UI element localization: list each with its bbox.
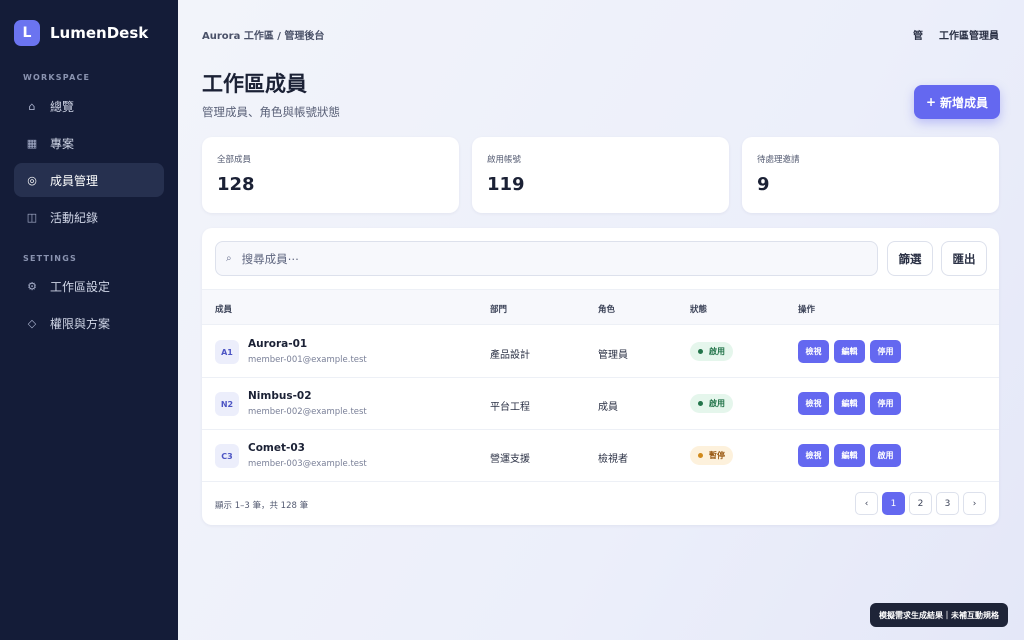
pagination-page-2[interactable]: 2 — [909, 492, 932, 515]
home-icon: ⌂ — [28, 99, 36, 113]
plus-icon: + — [925, 95, 937, 109]
member-name: Aurora-01 — [248, 338, 308, 350]
sidebar-item-label: 總覽 — [50, 99, 75, 114]
member-department: 產品設計 — [490, 350, 530, 361]
members-icon: ◎ — [27, 173, 37, 187]
edit-button[interactable]: 編輯 — [834, 444, 865, 467]
pagination-info: 顯示 1–3 筆，共 128 筆 — [215, 501, 309, 511]
sidebar-item-label: 權限與方案 — [50, 316, 111, 331]
column-header-role[interactable]: 角色 — [598, 303, 615, 315]
sidebar-item-activity[interactable]: ◫ 活動紀錄 — [14, 200, 164, 234]
diamond-icon: ◇ — [27, 316, 37, 330]
stat-value: 9 — [757, 174, 770, 195]
disable-button[interactable]: 停用 — [870, 340, 901, 363]
member-role: 管理員 — [598, 350, 628, 361]
stat-card-active: 啟用帳號 119 — [472, 137, 729, 213]
column-header-actions: 操作 — [798, 305, 816, 315]
breadcrumb[interactable]: Aurora 工作區 / 管理後台 — [202, 27, 324, 42]
member-email: member-001@example.test — [248, 355, 367, 365]
stat-card-pending: 待處理邀請 9 — [742, 137, 999, 213]
status-dot-icon — [698, 349, 703, 354]
pagination-prev-button[interactable]: ‹ — [855, 492, 878, 515]
export-button[interactable]: 匯出 — [941, 241, 987, 276]
pagination-page-1[interactable]: 1 — [882, 492, 905, 515]
table-row[interactable]: C3 Comet-03 member-003@example.test 營運支援… — [202, 430, 999, 482]
view-button[interactable]: 檢視 — [798, 392, 829, 415]
status-label: 啟用 — [709, 347, 725, 356]
view-button[interactable]: 檢視 — [798, 340, 829, 363]
table-header: 成員 部門 角色 狀態 操作 — [202, 289, 999, 325]
member-role: 檢視者 — [598, 454, 628, 465]
user-menu[interactable]: 管 工作區管理員 — [913, 27, 999, 42]
toast-notice: 模擬需求生成結果｜未補互動規格 — [870, 603, 1008, 627]
enable-button[interactable]: 啟用 — [870, 444, 901, 467]
brand[interactable]: L LumenDesk — [14, 20, 148, 46]
column-header-member[interactable]: 成員 — [215, 303, 232, 315]
add-member-button[interactable]: + 新增成員 — [914, 85, 1000, 119]
stat-value: 119 — [487, 174, 525, 195]
brand-name: LumenDesk — [50, 24, 149, 42]
sidebar-item-label: 專案 — [50, 136, 75, 151]
status-dot-icon — [698, 453, 703, 458]
status-badge: 啟用 — [690, 394, 733, 413]
search-box[interactable]: ⌕ — [215, 241, 878, 276]
disable-button[interactable]: 停用 — [870, 392, 901, 415]
sidebar-item-overview[interactable]: ⌂ 總覽 — [14, 89, 164, 123]
search-icon: ⌕ — [226, 253, 232, 264]
stat-label: 啟用帳號 — [487, 155, 522, 165]
table-row[interactable]: N2 Nimbus-02 member-002@example.test 平台工… — [202, 378, 999, 430]
sidebar-item-label: 工作區設定 — [50, 279, 111, 294]
column-header-department[interactable]: 部門 — [490, 303, 507, 315]
table-row[interactable]: A1 Aurora-01 member-001@example.test 產品設… — [202, 326, 999, 378]
status-badge: 暫停 — [690, 446, 733, 465]
avatar: 管 — [913, 31, 923, 42]
sidebar-item-label: 成員管理 — [50, 173, 99, 188]
grid-icon: ▦ — [26, 136, 38, 150]
search-input[interactable] — [241, 251, 842, 266]
member-role: 成員 — [598, 402, 618, 413]
brand-logo: L — [14, 20, 40, 46]
column-header-status[interactable]: 狀態 — [690, 303, 707, 315]
edit-button[interactable]: 編輯 — [834, 392, 865, 415]
stat-value: 128 — [217, 174, 255, 195]
member-department: 平台工程 — [490, 402, 530, 413]
section-label-workspace: WORKSPACE — [23, 73, 91, 82]
avatar: C3 — [215, 444, 239, 468]
status-dot-icon — [698, 401, 703, 406]
filter-button[interactable]: 篩選 — [887, 241, 933, 276]
status-label: 啟用 — [709, 399, 725, 408]
add-member-label: 新增成員 — [940, 95, 989, 110]
stat-card-total: 全部成員 128 — [202, 137, 459, 213]
page-subtitle: 管理成員、角色與帳號狀態 — [202, 105, 340, 119]
book-icon: ◫ — [26, 210, 38, 224]
member-email: member-003@example.test — [248, 459, 367, 469]
sidebar: L LumenDesk WORKSPACE ⌂ 總覽 ▦ 專案 ◎ 成員管理 ◫… — [0, 0, 178, 640]
members-panel: ⌕ 篩選 匯出 成員 部門 角色 狀態 操作 A1 Aurora-01 memb… — [202, 228, 999, 525]
status-badge: 啟用 — [690, 342, 733, 361]
member-email: member-002@example.test — [248, 407, 367, 417]
gear-icon: ⚙ — [27, 279, 37, 293]
avatar: N2 — [215, 392, 239, 416]
view-button[interactable]: 檢視 — [798, 444, 829, 467]
page-title: 工作區成員 — [202, 72, 307, 96]
section-label-settings: SETTINGS — [23, 254, 77, 263]
edit-button[interactable]: 編輯 — [834, 340, 865, 363]
sidebar-item-projects[interactable]: ▦ 專案 — [14, 126, 164, 160]
stat-label: 全部成員 — [217, 155, 252, 165]
member-name: Comet-03 — [248, 442, 305, 454]
sidebar-item-members[interactable]: ◎ 成員管理 — [14, 163, 164, 197]
pagination-page-3[interactable]: 3 — [936, 492, 959, 515]
member-department: 營運支援 — [490, 454, 530, 465]
status-label: 暫停 — [709, 451, 725, 460]
user-name: 工作區管理員 — [939, 31, 999, 42]
sidebar-item-label: 活動紀錄 — [50, 210, 99, 225]
pagination-next-button[interactable]: › — [963, 492, 986, 515]
stat-label: 待處理邀請 — [757, 155, 800, 165]
avatar: A1 — [215, 340, 239, 364]
member-name: Nimbus-02 — [248, 390, 312, 402]
sidebar-item-permissions[interactable]: ◇ 權限與方案 — [14, 306, 164, 340]
sidebar-item-workspace-settings[interactable]: ⚙ 工作區設定 — [14, 269, 164, 303]
main-content: Aurora 工作區 / 管理後台 管 工作區管理員 工作區成員 管理成員、角色… — [178, 0, 1024, 640]
